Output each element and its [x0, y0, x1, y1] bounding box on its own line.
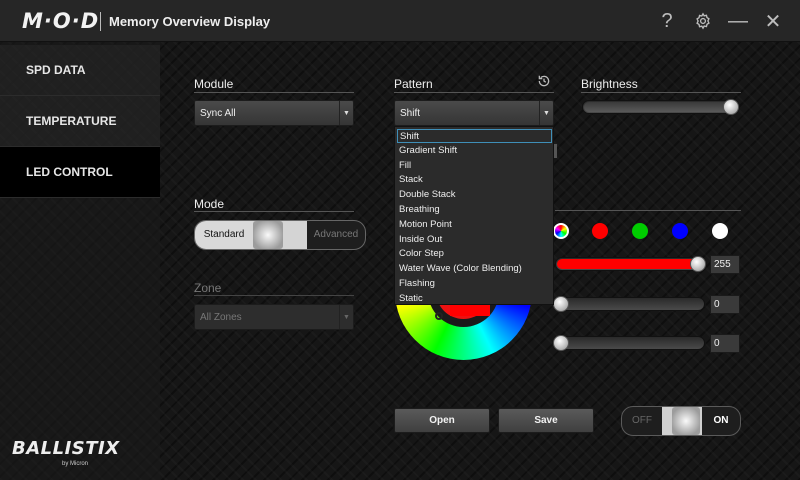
chevron-down-icon: ▼ [539, 101, 553, 125]
pattern-dropdown-list: Shift Gradient Shift Fill Stack Double Stack… [394, 126, 554, 305]
green-slider[interactable] [555, 297, 705, 311]
brightness-divider [581, 92, 741, 93]
brightness-fill [584, 102, 738, 112]
title-bar: M·O·D Memory Overview Display ? — ✕ [0, 0, 800, 42]
red-knob[interactable] [690, 256, 706, 272]
red-slider[interactable] [555, 257, 705, 271]
mode-standard-option[interactable]: Standard [195, 221, 253, 249]
mode-advanced-option[interactable]: Advanced [307, 221, 365, 249]
blue-swatch[interactable] [672, 223, 688, 239]
pattern-option[interactable]: Double Stack [397, 188, 552, 202]
module-dropdown[interactable]: Sync All ▼ [194, 100, 354, 126]
mode-divider [194, 211, 354, 212]
title-separator [100, 12, 101, 31]
pattern-option[interactable]: Motion Point [397, 218, 552, 232]
red-fill [557, 259, 703, 269]
blue-knob[interactable] [553, 335, 569, 351]
white-swatch[interactable] [712, 223, 728, 239]
power-toggle-knob[interactable] [672, 407, 700, 435]
power-on-option[interactable]: ON [702, 407, 740, 435]
app-title: Memory Overview Display [109, 14, 271, 29]
sidebar-item-temperature[interactable]: TEMPERATURE [0, 96, 160, 147]
module-label: Module [194, 77, 234, 91]
rainbow-swatch[interactable] [553, 223, 569, 239]
pattern-option[interactable]: Static [397, 292, 552, 306]
pattern-option[interactable]: Inside Out [397, 233, 552, 247]
pattern-option[interactable]: Fill [397, 159, 552, 173]
mode-toggle[interactable]: Standard Advanced [194, 220, 366, 250]
power-toggle[interactable]: OFF ON [621, 406, 741, 436]
pattern-option[interactable]: Water Wave (Color Blending) [397, 262, 552, 276]
green-knob[interactable] [553, 296, 569, 312]
mode-toggle-knob[interactable] [253, 221, 283, 249]
zone-value: All Zones [200, 312, 242, 323]
pattern-option[interactable]: Color Step [397, 247, 552, 261]
blue-slider[interactable] [555, 336, 705, 350]
pattern-option[interactable]: Gradient Shift [397, 144, 552, 158]
pattern-option[interactable]: Breathing [397, 203, 552, 217]
brand-logo: BALLISTIX [12, 438, 120, 459]
brightness-knob[interactable] [723, 99, 739, 115]
pattern-option[interactable]: Flashing [397, 277, 552, 291]
dropdown-scroll-edge [554, 144, 557, 158]
power-off-option[interactable]: OFF [622, 407, 662, 435]
app-logo: M·O·D [22, 9, 100, 33]
green-value[interactable]: 0 [710, 295, 740, 314]
brightness-slider[interactable] [582, 100, 740, 114]
module-divider [194, 92, 354, 93]
open-button[interactable]: Open [394, 408, 490, 433]
blue-value[interactable]: 0 [710, 334, 740, 353]
sidebar-item-spd-data[interactable]: SPD DATA [0, 45, 160, 96]
module-value: Sync All [200, 108, 236, 119]
sidebar: SPD DATA TEMPERATURE LED CONTROL [0, 42, 160, 480]
chevron-down-icon: ▼ [339, 101, 353, 125]
red-swatch[interactable] [592, 223, 608, 239]
brightness-label: Brightness [581, 77, 638, 91]
green-swatch[interactable] [632, 223, 648, 239]
pattern-dropdown[interactable]: Shift ▼ [394, 100, 554, 126]
mode-label: Mode [194, 197, 225, 211]
pattern-value: Shift [400, 108, 421, 119]
app-window: M·O·D Memory Overview Display ? — ✕ SPD … [0, 0, 800, 480]
color-divider [555, 210, 741, 211]
zone-dropdown[interactable]: All Zones ▼ [194, 304, 354, 330]
save-button[interactable]: Save [498, 408, 594, 433]
red-value[interactable]: 255 [710, 255, 740, 274]
help-icon[interactable]: ? [654, 8, 680, 34]
pattern-option[interactable]: Shift [397, 129, 552, 143]
zone-divider [194, 295, 354, 296]
close-icon[interactable]: ✕ [760, 8, 786, 34]
brand-sub: by Micron [62, 461, 89, 467]
chevron-down-icon: ▼ [339, 305, 353, 329]
sidebar-item-led-control[interactable]: LED CONTROL [0, 147, 160, 198]
zone-label: Zone [194, 281, 222, 295]
pattern-label: Pattern [394, 77, 433, 91]
pattern-option[interactable]: Stack [397, 173, 552, 187]
pattern-divider [394, 92, 554, 93]
color-wheel-marker[interactable] [435, 312, 443, 320]
history-icon[interactable] [537, 74, 551, 88]
gear-icon[interactable] [690, 8, 716, 34]
minimize-icon[interactable]: — [725, 8, 751, 34]
